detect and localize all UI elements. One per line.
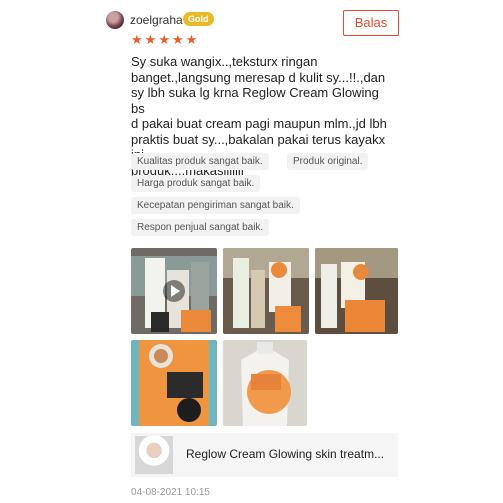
- tag-price: Harga produk sangat baik.: [131, 175, 261, 192]
- review-date: 04-08-2021 10:15: [131, 487, 210, 498]
- product-title: Reglow Cream Glowing skin treatm...: [186, 447, 385, 461]
- tag-original: Produk original.: [287, 153, 369, 170]
- product-thumbnail: [135, 436, 173, 474]
- tag-seller: Respon penjual sangat baik.: [131, 219, 270, 236]
- review-photo[interactable]: [131, 340, 217, 426]
- review-photo[interactable]: [223, 248, 309, 334]
- review-photo[interactable]: [315, 248, 398, 334]
- product-link[interactable]: Reglow Cream Glowing skin treatm...: [131, 433, 398, 477]
- review-photo[interactable]: [223, 340, 307, 426]
- username[interactable]: zoelgraha: [130, 13, 183, 27]
- star-icon: ★: [158, 32, 170, 47]
- tag-quality: Kualitas produk sangat baik.: [131, 153, 269, 170]
- star-icon: ★: [144, 32, 157, 47]
- gold-badge: Gold: [183, 12, 214, 26]
- play-icon[interactable]: [163, 280, 185, 302]
- review-video-thumbnail[interactable]: [131, 248, 217, 334]
- avatar[interactable]: [106, 11, 124, 29]
- rating-stars: ★ ★ ★ ★ ★: [131, 33, 197, 46]
- reply-button[interactable]: Balas: [343, 10, 399, 36]
- star-icon: ★: [185, 32, 198, 47]
- tag-shipping: Kecepatan pengiriman sangat baik.: [131, 197, 300, 214]
- star-icon: ★: [171, 32, 184, 47]
- star-icon: ★: [131, 32, 143, 47]
